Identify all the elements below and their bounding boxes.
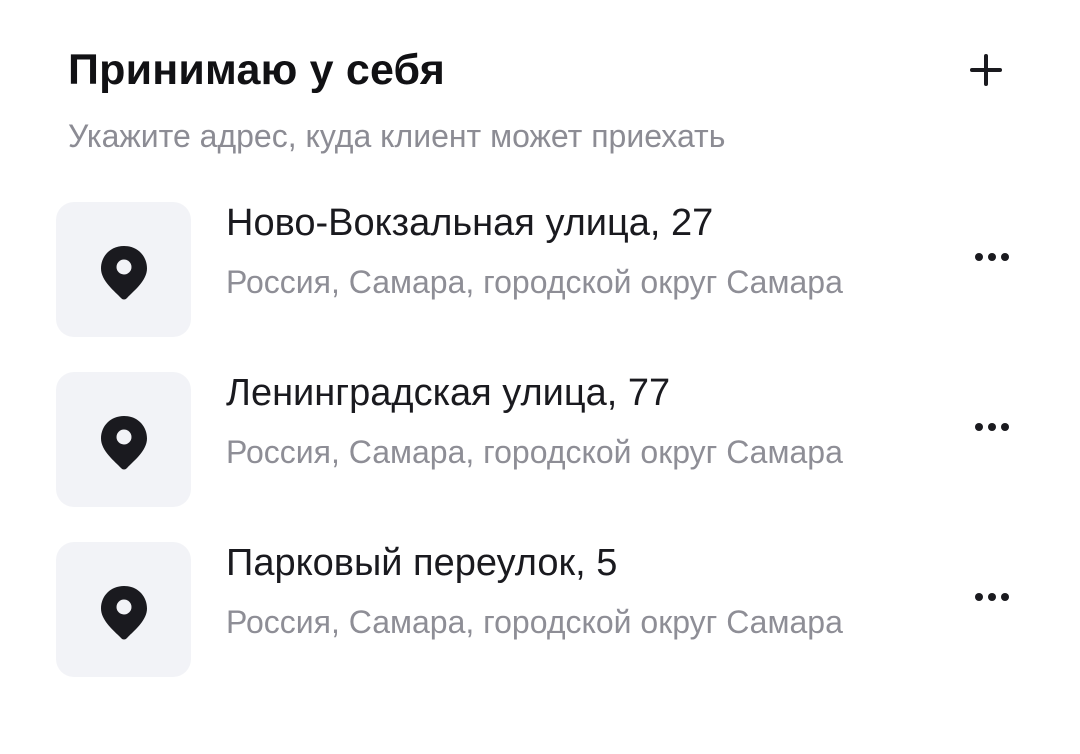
location-pin-icon bbox=[101, 586, 147, 640]
address-region: Россия, Самара, городской округ Самара bbox=[226, 264, 843, 300]
more-horizontal-icon bbox=[975, 253, 1009, 261]
address-item[interactable]: Ново-Вокзальная улица, 27 Россия, Самара… bbox=[56, 200, 1016, 370]
address-street: Ленинградская улица, 77 bbox=[226, 372, 671, 414]
more-horizontal-icon bbox=[975, 423, 1009, 431]
more-horizontal-icon bbox=[975, 593, 1009, 601]
address-item[interactable]: Парковый переулок, 5 Россия, Самара, гор… bbox=[56, 540, 1016, 710]
address-text: Парковый переулок, 5 Россия, Самара, гор… bbox=[226, 540, 906, 644]
address-region: Россия, Самара, городской округ Самара bbox=[226, 434, 843, 470]
plus-icon bbox=[970, 54, 1002, 86]
location-pin-icon bbox=[101, 246, 147, 300]
section-title: Принимаю у себя bbox=[68, 46, 446, 94]
address-text: Ленинградская улица, 77 Россия, Самара, … bbox=[226, 370, 906, 474]
section-header: Принимаю у себя bbox=[68, 42, 1008, 102]
address-region: Россия, Самара, городской округ Самара bbox=[226, 604, 843, 640]
address-street: Парковый переулок, 5 bbox=[226, 542, 618, 584]
add-address-button[interactable] bbox=[964, 48, 1008, 92]
location-tile bbox=[56, 542, 191, 677]
address-street: Ново-Вокзальная улица, 27 bbox=[226, 202, 714, 244]
address-menu-button[interactable] bbox=[956, 252, 1016, 288]
address-text: Ново-Вокзальная улица, 27 Россия, Самара… bbox=[226, 200, 906, 304]
location-pin-icon bbox=[101, 416, 147, 470]
location-tile bbox=[56, 202, 191, 337]
section-subtitle: Укажите адрес, куда клиент может приехат… bbox=[68, 118, 726, 154]
address-list: Ново-Вокзальная улица, 27 Россия, Самара… bbox=[56, 200, 1016, 710]
location-tile bbox=[56, 372, 191, 507]
address-item[interactable]: Ленинградская улица, 77 Россия, Самара, … bbox=[56, 370, 1016, 540]
address-menu-button[interactable] bbox=[956, 592, 1016, 628]
address-menu-button[interactable] bbox=[956, 422, 1016, 458]
